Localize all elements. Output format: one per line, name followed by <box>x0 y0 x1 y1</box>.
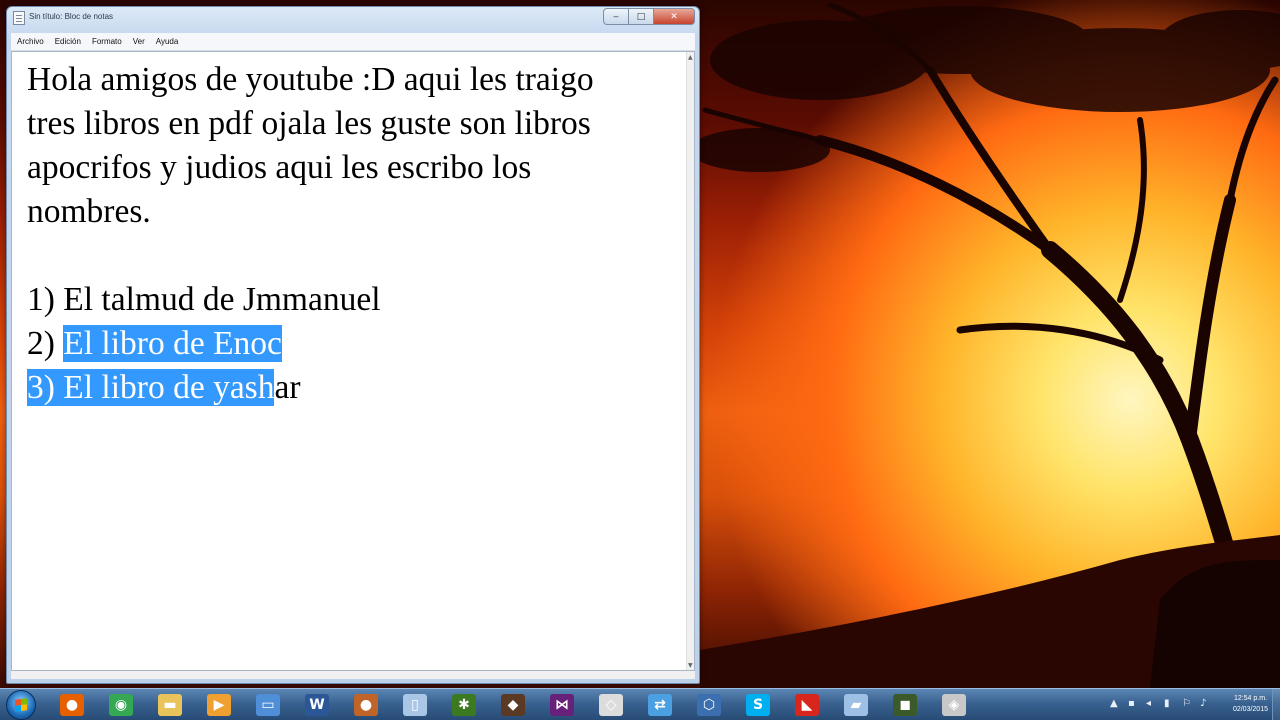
tray-icon[interactable]: ▪ <box>1128 698 1138 710</box>
scroll-down-icon[interactable]: ▼ <box>688 662 694 669</box>
taskbar-app-media-player[interactable]: ▶ <box>199 691 239 719</box>
taskbar-app-explorer[interactable]: ▬ <box>150 691 190 719</box>
line-suffix: ar <box>274 369 301 406</box>
scroll-up-icon[interactable]: ▲ <box>688 54 694 61</box>
tray-icon[interactable]: ⚐ <box>1182 698 1192 710</box>
tray-icon[interactable]: ♪ <box>1200 698 1210 710</box>
game-icon: ● <box>354 693 378 716</box>
text-line: tres libros en pdf ojala les guste son l… <box>27 105 591 142</box>
taskbar-app-tool-app[interactable]: ◈ <box>934 691 974 719</box>
window-title: Sin título: Bloc de notas <box>29 12 114 21</box>
line-prefix: 2) <box>27 325 64 362</box>
taskbar-app-skype[interactable]: S <box>738 691 778 719</box>
firefox-icon: ● <box>60 693 84 716</box>
tool-app-icon: ◈ <box>942 693 966 716</box>
notepad-icon: ▯ <box>403 693 427 716</box>
taskbar-pinned-apps: ● ◉ ▬ ▶ ▭ W ● ▯ ✱ ◆ ⋈ ◇ ⇄ ⬡ S ◣ ▰ ◼ ◈ <box>52 691 983 719</box>
unity-icon: ◇ <box>599 693 623 716</box>
taskbar-app-visual-studio[interactable]: ⋈ <box>542 691 582 719</box>
taskbar-app-remote-desktop[interactable]: ▭ <box>248 691 288 719</box>
minimize-button[interactable]: ‒ <box>603 8 629 25</box>
text-line: 1) El talmud de Jmmanuel <box>27 281 381 318</box>
menu-ver[interactable]: Ver <box>133 37 145 46</box>
system-tray: ▲ ▪ ◂ ▮ ⚐ ♪ <box>1110 698 1210 710</box>
network-icon: ⇄ <box>648 693 672 716</box>
clock[interactable]: 12:54 p.m. 02/03/2015 <box>1233 693 1268 715</box>
menu-bar: Archivo Edición Formato Ver Ayuda <box>11 33 695 51</box>
text-line: nombres. <box>27 193 151 230</box>
selected-text: 3) El libro de yash <box>27 369 275 406</box>
window-app-icon: ▰ <box>844 693 868 716</box>
tray-icon[interactable]: ◂ <box>1146 698 1156 710</box>
selected-text: El libro de Enoc <box>63 325 282 362</box>
close-button[interactable]: ✕ <box>653 8 695 25</box>
horizontal-scrollbar[interactable] <box>11 671 695 679</box>
media-player-icon: ▶ <box>207 693 231 716</box>
taskbar-app-game-green[interactable]: ✱ <box>444 691 484 719</box>
show-desktop-button[interactable] <box>1272 689 1280 720</box>
game-green-icon: ✱ <box>452 693 476 716</box>
menu-edicion[interactable]: Edición <box>55 37 81 46</box>
maximize-button[interactable]: □ <box>628 8 654 25</box>
notepad-icon <box>13 11 25 25</box>
start-button[interactable] <box>6 689 36 720</box>
window-controls: ‒ □ ✕ <box>603 8 695 25</box>
word-icon: W <box>305 693 329 716</box>
text-line: 3) El libro de yashar <box>27 366 667 410</box>
tray-icon[interactable]: ▲ <box>1110 698 1120 710</box>
text-line: Hola amigos de youtube :D aqui les traig… <box>27 61 594 98</box>
taskbar-app-acrobat[interactable]: ◣ <box>787 691 827 719</box>
game-dark-icon: ◆ <box>501 693 525 716</box>
text-line: apocrifos y judios aqui les escribo los <box>27 149 532 186</box>
taskbar-app-game-app[interactable]: ◼ <box>885 691 925 719</box>
taskbar-app-unity[interactable]: ◇ <box>591 691 631 719</box>
game-app-icon: ◼ <box>893 693 917 716</box>
taskbar-app-game[interactable]: ● <box>346 691 386 719</box>
text-line: 2) El libro de Enoc <box>27 322 667 366</box>
menu-formato[interactable]: Formato <box>92 37 122 46</box>
acrobat-icon: ◣ <box>795 693 819 716</box>
menu-archivo[interactable]: Archivo <box>17 37 44 46</box>
clock-date: 02/03/2015 <box>1232 706 1268 713</box>
menu-ayuda[interactable]: Ayuda <box>156 37 179 46</box>
taskbar-app-firefox[interactable]: ● <box>52 691 92 719</box>
taskbar-app-game-dark[interactable]: ◆ <box>493 691 533 719</box>
taskbar: ● ◉ ▬ ▶ ▭ W ● ▯ ✱ ◆ ⋈ ◇ ⇄ ⬡ S ◣ ▰ ◼ ◈ ▲ ▪ ◂ ▮ ⚐ ♪ 12:54 p.m. 02… <box>0 688 1280 720</box>
title-bar[interactable]: Sin título: Bloc de notas ‒ □ ✕ <box>7 7 699 31</box>
taskbar-app-word[interactable]: W <box>297 691 337 719</box>
notepad-window[interactable]: Sin título: Bloc de notas ‒ □ ✕ Archivo … <box>6 6 700 684</box>
explorer-icon: ▬ <box>158 693 182 716</box>
taskbar-app-chrome[interactable]: ◉ <box>101 691 141 719</box>
visual-studio-icon: ⋈ <box>550 693 574 716</box>
chrome-icon: ◉ <box>109 693 133 716</box>
taskbar-app-notepad[interactable]: ▯ <box>395 691 435 719</box>
document-text[interactable]: Hola amigos de youtube :D aqui les traig… <box>27 58 667 410</box>
skype-icon: S <box>746 693 770 716</box>
vertical-scrollbar[interactable]: ▲ ▼ <box>686 52 694 670</box>
text-editor-area[interactable]: Hola amigos de youtube :D aqui les traig… <box>11 51 695 671</box>
remote-desktop-icon: ▭ <box>256 693 280 716</box>
taskbar-app-virtualbox[interactable]: ⬡ <box>689 691 729 719</box>
virtualbox-icon: ⬡ <box>697 693 721 716</box>
clock-time: 12:54 p.m. <box>1233 695 1268 702</box>
taskbar-app-network[interactable]: ⇄ <box>640 691 680 719</box>
tray-icon[interactable]: ▮ <box>1164 698 1174 710</box>
taskbar-app-window-app[interactable]: ▰ <box>836 691 876 719</box>
